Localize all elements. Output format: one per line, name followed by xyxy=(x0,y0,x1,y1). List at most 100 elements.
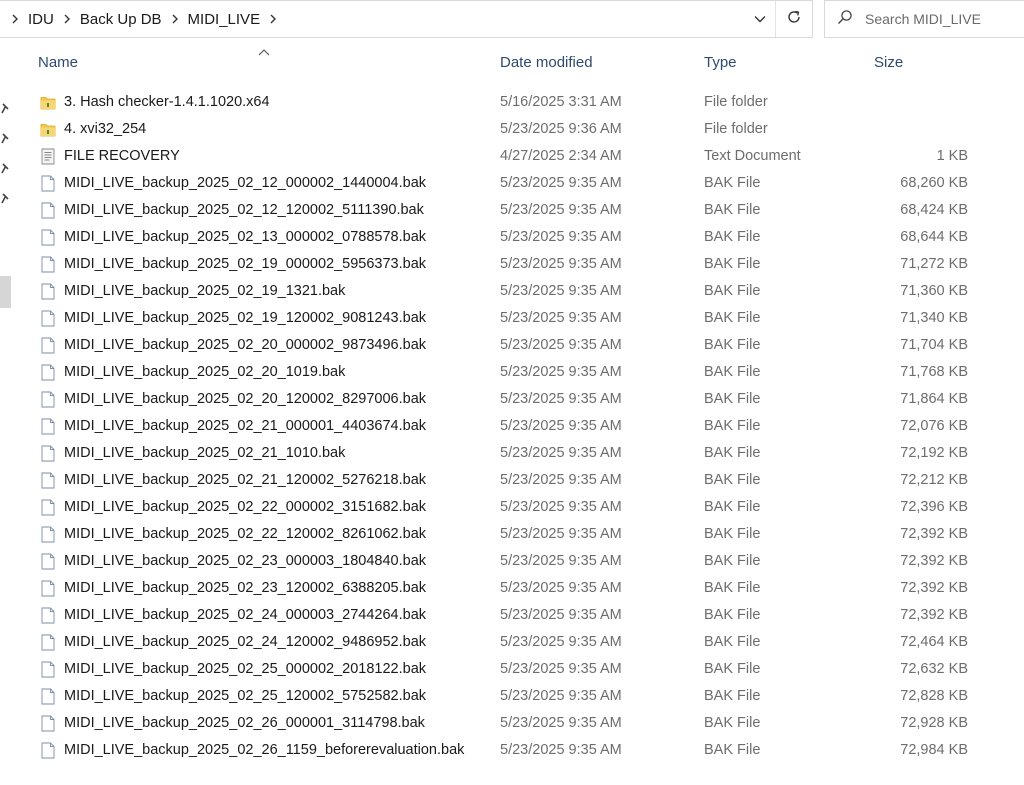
file-row[interactable]: MIDI_LIVE_backup_2025_02_20_1019.bak 5/23… xyxy=(28,359,1008,386)
file-row[interactable]: MIDI_LIVE_backup_2025_02_19_000002_59563… xyxy=(28,251,1008,278)
file-size: 71,704 KB xyxy=(900,337,968,353)
file-row[interactable]: MIDI_LIVE_backup_2025_02_13_000002_07885… xyxy=(28,224,1008,251)
file-row[interactable]: MIDI_LIVE_backup_2025_02_23_120002_63882… xyxy=(28,575,1008,602)
file-date-modified: 5/23/2025 9:35 AM xyxy=(500,499,622,515)
file-date-modified: 5/23/2025 9:35 AM xyxy=(500,337,622,353)
file-size: 1 KB xyxy=(936,148,968,164)
file-type: BAK File xyxy=(704,472,761,488)
column-header-date-modified[interactable]: Date modified xyxy=(500,44,690,80)
file-icon xyxy=(40,310,56,327)
file-type: BAK File xyxy=(704,310,761,326)
search-icon xyxy=(837,9,853,30)
file-row[interactable]: 3. Hash checker-1.4.1.1020.x64 5/16/2025 … xyxy=(28,89,1008,116)
refresh-button[interactable] xyxy=(775,1,812,37)
file-size: 68,424 KB xyxy=(900,202,968,218)
file-icon xyxy=(40,765,56,769)
file-row[interactable]: MIDI_LIVE_backup_2025_02_19_1321.bak 5/23… xyxy=(28,278,1008,305)
file-row[interactable]: MIDI_LIVE_backup_2025_02_20_120002_82970… xyxy=(28,386,1008,413)
file-row[interactable]: MIDI_LIVE_backup_2025_02_22_000002_31516… xyxy=(28,494,1008,521)
file-type: BAK File xyxy=(704,634,761,650)
navigation-scrollbar-thumb[interactable] xyxy=(0,276,11,308)
file-size: 72,632 KB xyxy=(900,661,968,677)
file-icon xyxy=(40,742,56,759)
file-type: BAK File xyxy=(704,499,761,515)
file-row-partial[interactable] xyxy=(28,761,1008,769)
breadcrumb-item-back-up-db[interactable]: Back Up DB xyxy=(76,11,166,28)
column-header-type[interactable]: Type xyxy=(704,44,864,80)
pin-icon[interactable] xyxy=(0,102,10,114)
file-row[interactable]: MIDI_LIVE_backup_2025_02_23_000003_18048… xyxy=(28,548,1008,575)
file-date-modified: 5/23/2025 9:35 AM xyxy=(500,715,622,731)
file-icon xyxy=(40,229,56,246)
file-date-modified: 5/23/2025 9:35 AM xyxy=(500,607,622,623)
file-type: BAK File xyxy=(704,688,761,704)
file-type: BAK File xyxy=(704,445,761,461)
file-size: 71,768 KB xyxy=(900,364,968,380)
file-list: 3. Hash checker-1.4.1.1020.x64 5/16/2025 … xyxy=(14,89,1024,769)
chevron-right-icon[interactable] xyxy=(58,1,76,37)
file-type: BAK File xyxy=(704,364,761,380)
chevron-right-icon[interactable] xyxy=(166,1,184,37)
file-row[interactable]: MIDI_LIVE_backup_2025_02_26_1159_beforer… xyxy=(28,737,1008,764)
file-date-modified: 5/23/2025 9:35 AM xyxy=(500,742,622,758)
file-name: MIDI_LIVE_backup_2025_02_25_120002_57525… xyxy=(64,688,427,704)
file-row[interactable]: MIDI_LIVE_backup_2025_02_24_120002_94869… xyxy=(28,629,1008,656)
file-row[interactable]: MIDI_LIVE_backup_2025_02_25_120002_57525… xyxy=(28,683,1008,710)
file-type: BAK File xyxy=(704,283,761,299)
file-row[interactable]: 4. xvi32_254 5/23/2025 9:36 AM File folder xyxy=(28,116,1008,143)
address-history-dropdown[interactable] xyxy=(745,1,775,37)
file-name: MIDI_LIVE_backup_2025_02_19_000002_59563… xyxy=(64,256,427,272)
file-type: BAK File xyxy=(704,175,761,191)
chevron-right-icon[interactable] xyxy=(6,1,24,37)
file-date-modified: 5/23/2025 9:35 AM xyxy=(500,553,622,569)
file-type: File folder xyxy=(704,94,768,110)
file-row[interactable]: MIDI_LIVE_backup_2025_02_21_000001_44036… xyxy=(28,413,1008,440)
file-size: 72,212 KB xyxy=(900,472,968,488)
file-name: MIDI_LIVE_backup_2025_02_23_120002_63882… xyxy=(64,580,427,596)
file-date-modified: 5/23/2025 9:35 AM xyxy=(500,634,622,650)
file-date-modified: 5/23/2025 9:35 AM xyxy=(500,526,622,542)
pin-icon[interactable] xyxy=(0,162,10,174)
file-size: 72,984 KB xyxy=(900,742,968,758)
file-row[interactable]: MIDI_LIVE_backup_2025_02_19_120002_90812… xyxy=(28,305,1008,332)
breadcrumb-item-midi-live[interactable]: MIDI_LIVE xyxy=(184,11,265,28)
file-row[interactable]: MIDI_LIVE_backup_2025_02_12_120002_51113… xyxy=(28,197,1008,224)
file-row[interactable]: MIDI_LIVE_backup_2025_02_21_1010.bak 5/23… xyxy=(28,440,1008,467)
file-row[interactable]: MIDI_LIVE_backup_2025_02_12_000002_14400… xyxy=(28,170,1008,197)
search-box[interactable] xyxy=(824,0,1024,38)
file-name: MIDI_LIVE_backup_2025_02_21_000001_44036… xyxy=(64,418,427,434)
file-row[interactable]: MIDI_LIVE_backup_2025_02_25_000002_20181… xyxy=(28,656,1008,683)
file-row[interactable]: MIDI_LIVE_backup_2025_02_26_000001_31147… xyxy=(28,710,1008,737)
file-name: MIDI_LIVE_backup_2025_02_24_000003_27442… xyxy=(64,607,427,623)
file-date-modified: 5/23/2025 9:35 AM xyxy=(500,418,622,434)
file-size: 72,392 KB xyxy=(900,526,968,542)
file-type: File folder xyxy=(704,121,768,137)
file-icon xyxy=(40,715,56,732)
address-bar[interactable]: IDU Back Up DB MIDI_LIVE xyxy=(0,0,813,38)
breadcrumb-segment: MIDI_LIVE xyxy=(166,1,265,37)
file-type: BAK File xyxy=(704,337,761,353)
file-icon xyxy=(40,391,56,408)
file-date-modified: 5/23/2025 9:35 AM xyxy=(500,202,622,218)
file-row[interactable]: MIDI_LIVE_backup_2025_02_22_120002_82610… xyxy=(28,521,1008,548)
file-row[interactable]: MIDI_LIVE_backup_2025_02_20_000002_98734… xyxy=(28,332,1008,359)
column-header-size[interactable]: Size xyxy=(874,44,934,80)
file-icon xyxy=(40,472,56,489)
file-name: MIDI_LIVE_backup_2025_02_21_1010.bak xyxy=(64,445,346,461)
pin-icon[interactable] xyxy=(0,132,10,144)
file-row[interactable]: MIDI_LIVE_backup_2025_02_21_120002_52762… xyxy=(28,467,1008,494)
file-row[interactable]: MIDI_LIVE_backup_2025_02_24_000003_27442… xyxy=(28,602,1008,629)
file-type: BAK File xyxy=(704,580,761,596)
file-type: BAK File xyxy=(704,607,761,623)
breadcrumb-segment: Back Up DB xyxy=(58,1,166,37)
file-icon xyxy=(40,499,56,516)
file-type: Text Document xyxy=(704,148,801,164)
file-row[interactable]: FILE RECOVERY 4/27/2025 2:34 AM Text Docum… xyxy=(28,143,1008,170)
file-size: 68,260 KB xyxy=(900,175,968,191)
pin-icon[interactable] xyxy=(0,192,10,204)
search-input[interactable] xyxy=(865,11,1015,27)
column-header-name[interactable]: Name xyxy=(38,44,478,80)
chevron-right-icon[interactable] xyxy=(264,1,282,37)
file-name: MIDI_LIVE_backup_2025_02_19_120002_90812… xyxy=(64,310,427,326)
breadcrumb-item-idu[interactable]: IDU xyxy=(24,11,58,28)
